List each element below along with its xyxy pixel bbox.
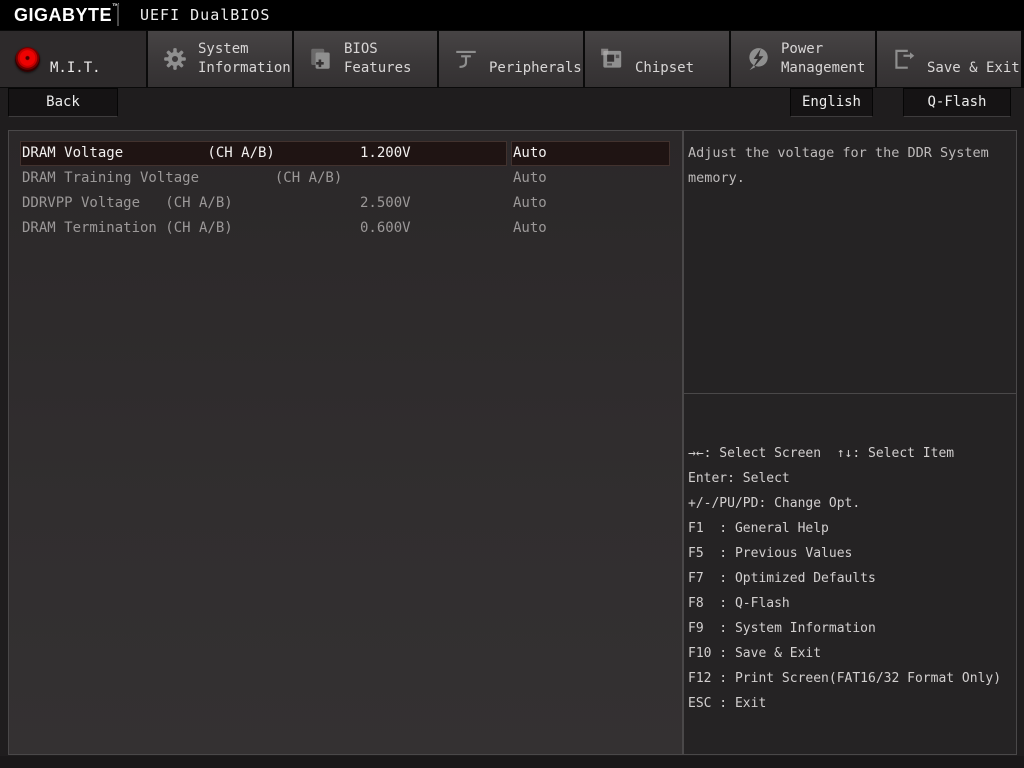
help-panel-divider — [684, 393, 1016, 394]
help-panel: Adjust the voltage for the DDR System me… — [683, 130, 1017, 755]
tab-system-information[interactable]: System Information — [148, 31, 292, 87]
language-button[interactable]: English — [790, 88, 873, 117]
tab-chipset[interactable]: Chipset — [585, 31, 729, 87]
shortcut-f7: F7 : Optimized Defaults — [688, 571, 876, 586]
settings-panel: DRAM Voltage (CH A/B) 1.200V Auto DRAM T… — [8, 130, 683, 755]
shortcut-enter: Enter: Select — [688, 471, 790, 486]
setting-label: DRAM Voltage (CH A/B) — [22, 145, 275, 161]
chip-icon — [599, 46, 625, 72]
qflash-button[interactable]: Q-Flash — [903, 88, 1011, 117]
setting-row-ddrvpp-voltage[interactable]: DDRVPP Voltage (CH A/B) 2.500V Auto — [9, 191, 682, 216]
shortcut-f5: F5 : Previous Values — [688, 546, 853, 561]
documents-plus-icon — [308, 46, 334, 72]
setting-value: 2.500V — [360, 195, 411, 211]
setting-label: DRAM Training Voltage (CH A/B) — [22, 170, 343, 186]
lightning-icon — [745, 46, 771, 72]
setting-row-dram-voltage[interactable]: DRAM Voltage (CH A/B) 1.200V Auto — [9, 141, 682, 166]
tab-save-exit[interactable]: Save & Exit — [877, 31, 1021, 87]
topbar-divider — [117, 4, 119, 26]
tab-bar: M.I.T. System Information BIOS Features … — [0, 30, 1024, 88]
firmware-title: UEFI DualBIOS — [140, 6, 271, 24]
setting-value: 0.600V — [360, 220, 411, 236]
setting-value: 1.200V — [360, 145, 411, 161]
setting-option[interactable]: Auto — [513, 216, 547, 241]
red-dot-icon — [14, 46, 40, 72]
shortcut-f12: F12 : Print Screen(FAT16/32 Format Only) — [688, 671, 1002, 686]
tab-mit[interactable]: M.I.T. — [0, 31, 146, 87]
shortcut-f9: F9 : System Information — [688, 621, 876, 636]
shortcut-legend: →←: Select Screen ↑↓: Select Item Enter:… — [688, 441, 1014, 716]
setting-row-dram-training-voltage[interactable]: DRAM Training Voltage (CH A/B) Auto — [9, 166, 682, 191]
setting-option[interactable]: Auto — [513, 166, 547, 191]
tab-power-management[interactable]: Power Management — [731, 31, 875, 87]
shortcut-change-opt: +/-/PU/PD: Change Opt. — [688, 496, 861, 511]
peripherals-icon — [453, 46, 479, 72]
tab-peripherals[interactable]: Peripherals — [439, 31, 583, 87]
back-button[interactable]: Back — [8, 88, 118, 117]
gigabyte-logo: GIGABYTE™ — [14, 0, 121, 30]
exit-door-icon — [891, 46, 917, 72]
help-description: Adjust the voltage for the DDR System me… — [688, 145, 989, 186]
gear-icon — [162, 46, 188, 72]
shortcut-f8: F8 : Q-Flash — [688, 596, 790, 611]
tab-bios-features[interactable]: BIOS Features — [294, 31, 437, 87]
shortcut-select-screen: →←: Select Screen ↑↓: Select Item — [688, 446, 955, 461]
setting-option[interactable]: Auto — [513, 191, 547, 216]
shortcut-f1: F1 : General Help — [688, 521, 829, 536]
shortcut-f10: F10 : Save & Exit — [688, 646, 822, 661]
bottom-strip — [0, 756, 1024, 768]
setting-row-dram-termination[interactable]: DRAM Termination (CH A/B) 0.600V Auto — [9, 216, 682, 241]
shortcut-esc: ESC : Exit — [688, 696, 767, 711]
bios-screen: GIGABYTE™ UEFI DualBIOS M.I.T. — [0, 0, 1024, 768]
top-bar: GIGABYTE™ UEFI DualBIOS — [0, 0, 1024, 30]
setting-option[interactable]: Auto — [513, 141, 547, 166]
setting-label: DRAM Termination (CH A/B) — [22, 220, 233, 236]
setting-label: DDRVPP Voltage (CH A/B) — [22, 195, 233, 211]
